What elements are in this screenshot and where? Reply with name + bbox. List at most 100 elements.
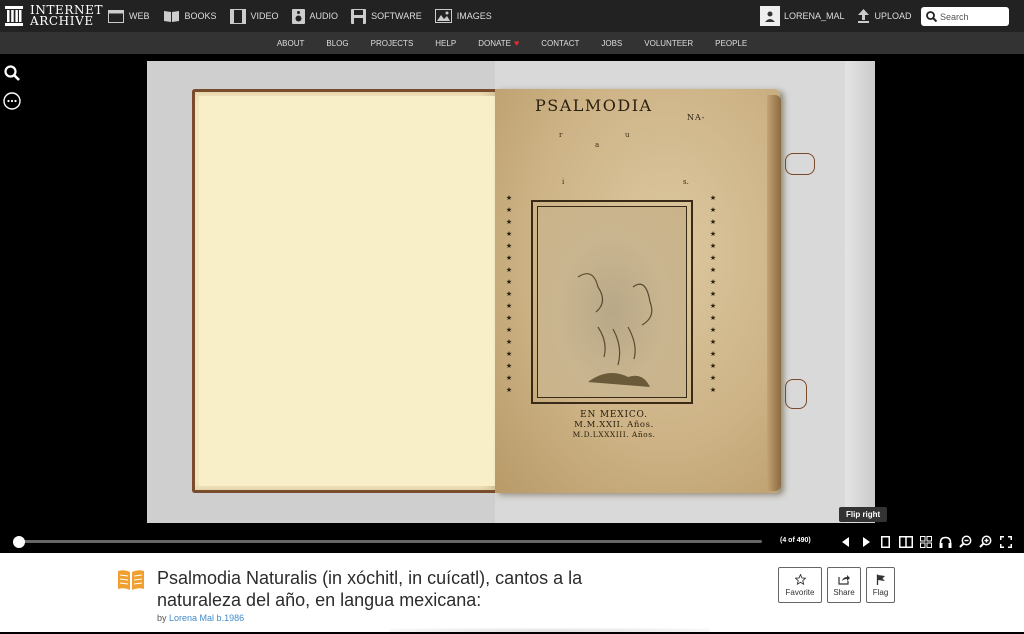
fullscreen-icon: [999, 535, 1012, 548]
share-icon: [838, 574, 850, 585]
nav-images[interactable]: IMAGES: [434, 9, 492, 23]
book-tie-top: [785, 153, 815, 175]
imprint-line-1: EN MEXICO.: [580, 410, 648, 420]
share-button[interactable]: Share: [827, 567, 861, 603]
flip-right-tooltip: Flip right: [839, 507, 888, 522]
upload-button[interactable]: UPLOAD: [857, 9, 912, 23]
search-icon: [926, 11, 937, 22]
subnav-about[interactable]: ABOUT: [277, 39, 305, 48]
page-slider-track[interactable]: [13, 540, 762, 543]
books-icon: [163, 10, 179, 22]
nav-images-label: IMAGES: [456, 11, 492, 21]
nav-software-label: SOFTWARE: [371, 11, 422, 21]
flip-left-button[interactable]: [838, 534, 853, 549]
subnav-help[interactable]: HELP: [435, 39, 456, 48]
arrow-right-icon: [862, 536, 870, 547]
book-fore-edge: [767, 95, 781, 491]
nav-web[interactable]: WEB: [108, 9, 150, 23]
search-input[interactable]: [940, 11, 1004, 22]
title-page-letter: i: [562, 178, 565, 186]
share-label: Share: [833, 587, 855, 597]
subnav-projects[interactable]: PROJECTS: [371, 39, 414, 48]
bottom-shadow: [390, 628, 710, 634]
star-border-right: ★ ★ ★ ★ ★ ★ ★ ★ ★ ★ ★ ★ ★ ★ ★ ★ ★: [709, 195, 717, 394]
title-page-letter: a: [595, 141, 600, 149]
web-icon: [108, 9, 124, 23]
favorite-button[interactable]: Favorite: [778, 567, 822, 603]
page-count: (4 of 490): [780, 537, 811, 544]
viewer-search-button[interactable]: [2, 63, 22, 83]
book-tie-bottom: [785, 379, 807, 409]
item-title: Psalmodia Naturalis (in xóchitl, in cuíc…: [157, 568, 583, 610]
book-page-spread[interactable]: PSALMODIA NA- r a u i s. ★ ★ ★ ★ ★ ★ ★ ★ ★ ★ ★ ★ ★ ★ ★…: [147, 61, 875, 523]
page-slider-handle[interactable]: [12, 536, 25, 548]
zoom-out-button[interactable]: [958, 534, 973, 549]
title-page-letter: s.: [683, 178, 689, 186]
flag-icon: [876, 574, 885, 585]
nav-books[interactable]: BOOKS: [163, 10, 217, 23]
more-options-icon: [3, 92, 21, 110]
subnav-donate[interactable]: DONATE ♥: [478, 38, 519, 48]
viewer-more-button[interactable]: [2, 91, 22, 111]
one-page-view-button[interactable]: [878, 534, 893, 549]
subnav-volunteer[interactable]: VOLUNTEER: [644, 39, 693, 48]
imprint-line-2: M.M.XXII. Años.: [574, 420, 654, 430]
title-page-imprint: EN MEXICO. M.M.XXII. Años. M.D.LXXXIII. …: [535, 410, 693, 439]
grid-icon: [919, 535, 932, 548]
upload-icon: [857, 9, 869, 23]
favorite-label: Favorite: [785, 587, 815, 597]
one-page-icon: [881, 535, 890, 548]
item-info-section: Psalmodia Naturalis (in xóchitl, in cuíc…: [0, 553, 1024, 634]
flip-right-button[interactable]: [858, 534, 873, 549]
left-page-paper: [199, 96, 495, 486]
title-page-letter: r: [559, 131, 563, 139]
top-navigation-bar: INTERNET ARCHIVE WEB BOOKS VIDEO AUDIO S…: [0, 0, 1024, 32]
heart-icon: ♥: [513, 38, 520, 48]
reader-navigation-bar: (4 of 490): [0, 530, 1024, 553]
nav-audio[interactable]: AUDIO: [291, 8, 338, 24]
upload-label: UPLOAD: [874, 11, 912, 21]
imprint-line-3: M.D.LXXXIII. Años.: [572, 430, 656, 439]
nav-video[interactable]: VIDEO: [229, 8, 279, 24]
username[interactable]: LORENA_MAL: [784, 11, 845, 21]
left-page[interactable]: [192, 89, 495, 493]
subnav-contact[interactable]: CONTACT: [541, 39, 579, 48]
title-page-heading: PSALMODIA: [535, 96, 653, 115]
zoom-in-button[interactable]: [978, 534, 993, 549]
item-byline: by Lorena Mal b.1986: [157, 613, 244, 623]
star-border-left: ★ ★ ★ ★ ★ ★ ★ ★ ★ ★ ★ ★ ★ ★ ★ ★ ★: [505, 195, 513, 394]
video-icon: [229, 8, 246, 24]
subnav-jobs[interactable]: JOBS: [601, 39, 622, 48]
illustration-sketch: [577, 273, 653, 387]
nav-web-label: WEB: [129, 11, 150, 21]
subnav-people[interactable]: PEOPLE: [715, 39, 747, 48]
user-area: LORENA_MAL UPLOAD: [760, 5, 924, 27]
nav-video-label: VIDEO: [250, 11, 279, 21]
internet-archive-logo[interactable]: INTERNET ARCHIVE: [4, 3, 103, 29]
by-label: by: [157, 613, 167, 623]
zoom-out-icon: [959, 535, 972, 548]
read-aloud-button[interactable]: [938, 534, 953, 549]
search-icon: [4, 65, 20, 81]
audio-icon: [291, 8, 305, 24]
title-page-heading-suffix: NA-: [687, 113, 706, 122]
media-type-nav: WEB BOOKS VIDEO AUDIO SOFTWARE IMAGES: [108, 0, 505, 32]
secondary-nav: ABOUT BLOG PROJECTS HELP DONATE ♥ CONTACT…: [0, 32, 1024, 54]
author-link[interactable]: Lorena Mal b.1986: [169, 613, 244, 623]
fullscreen-button[interactable]: [998, 534, 1013, 549]
title-page-letter: u: [625, 131, 630, 139]
subnav-blog[interactable]: BLOG: [326, 39, 348, 48]
thumbnail-view-button[interactable]: [918, 534, 933, 549]
two-page-view-button[interactable]: [898, 534, 913, 549]
logo-text: INTERNET ARCHIVE: [30, 4, 103, 27]
search-box[interactable]: [921, 7, 1009, 26]
flag-button[interactable]: Flag: [866, 567, 895, 603]
book-reader-viewer: PSALMODIA NA- r a u i s. ★ ★ ★ ★ ★ ★ ★ ★ ★ ★ ★ ★ ★ ★ ★…: [0, 54, 1024, 530]
nav-software[interactable]: SOFTWARE: [351, 8, 422, 24]
images-icon: [434, 9, 452, 23]
user-avatar[interactable]: [760, 6, 780, 26]
archive-temple-icon: [5, 6, 23, 26]
title-page-illustration-frame: [531, 200, 693, 404]
user-icon: [765, 11, 775, 22]
software-icon: [351, 8, 367, 24]
